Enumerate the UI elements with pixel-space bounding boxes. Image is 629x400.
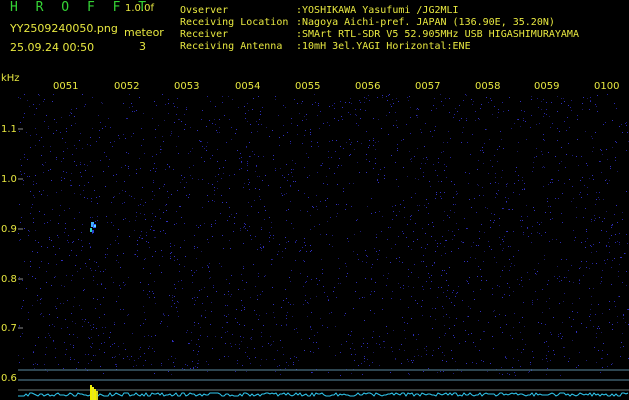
y-tick-label: 1.0 <box>1 174 17 185</box>
location-label: Receiving Location <box>180 17 289 28</box>
observer-label: Ovserver <box>180 5 229 16</box>
y-tick-label: 0.9 <box>1 224 17 235</box>
x-tick-label: 0057 <box>415 81 441 92</box>
file-name: YY2509240050.png <box>10 22 118 35</box>
location-value: :Nagoya Aichi-pref. JAPAN (136.90E, 35.2… <box>296 17 555 28</box>
signal-baseline <box>18 392 629 397</box>
x-tick-label: 0055 <box>295 81 321 92</box>
y-tick-label: 0.6 <box>1 373 17 384</box>
x-tick-label: 0058 <box>475 81 501 92</box>
meteor-echo <box>90 222 96 233</box>
x-tick-label: 0056 <box>355 81 381 92</box>
x-tick-label: 0051 <box>53 81 79 92</box>
x-tick-label: 0100 <box>594 81 620 92</box>
y-tick-label: 0.7 <box>1 323 17 334</box>
x-tick-label: 0059 <box>534 81 560 92</box>
noise-field <box>18 94 629 376</box>
antenna-value: :10mH 3el.YAGI Horizontal:ENE <box>296 41 471 52</box>
spectrogram-window: H R O F F T 1.0.0f YY2509240050.png 25.0… <box>0 0 629 400</box>
spectrogram-plot <box>18 94 629 400</box>
antenna-label: Receiving Antenna <box>180 41 283 52</box>
app-version: 1.0.0f <box>125 3 154 14</box>
capture-datetime: 25.09.24 00:50 <box>10 41 95 54</box>
receiver-label: Receiver <box>180 29 229 40</box>
receiver-value: :SMArt RTL-SDR V5 52.905MHz USB HIGASHIM… <box>296 29 579 40</box>
x-tick-label: 0054 <box>235 81 261 92</box>
frequency-unit-label: kHz <box>1 73 20 84</box>
meteor-count-value: 3 <box>139 40 146 53</box>
x-tick-label: 0052 <box>114 81 140 92</box>
x-tick-label: 0053 <box>174 81 200 92</box>
tick-marks <box>18 128 23 329</box>
y-tick-label: 0.8 <box>1 274 17 285</box>
observer-value: :YOSHIKAWA Yasufumi /JG2MLI <box>296 5 459 16</box>
y-tick-label: 1.1 <box>1 124 17 135</box>
signal-burst <box>90 385 98 400</box>
meteor-count-label: meteor <box>124 26 164 39</box>
